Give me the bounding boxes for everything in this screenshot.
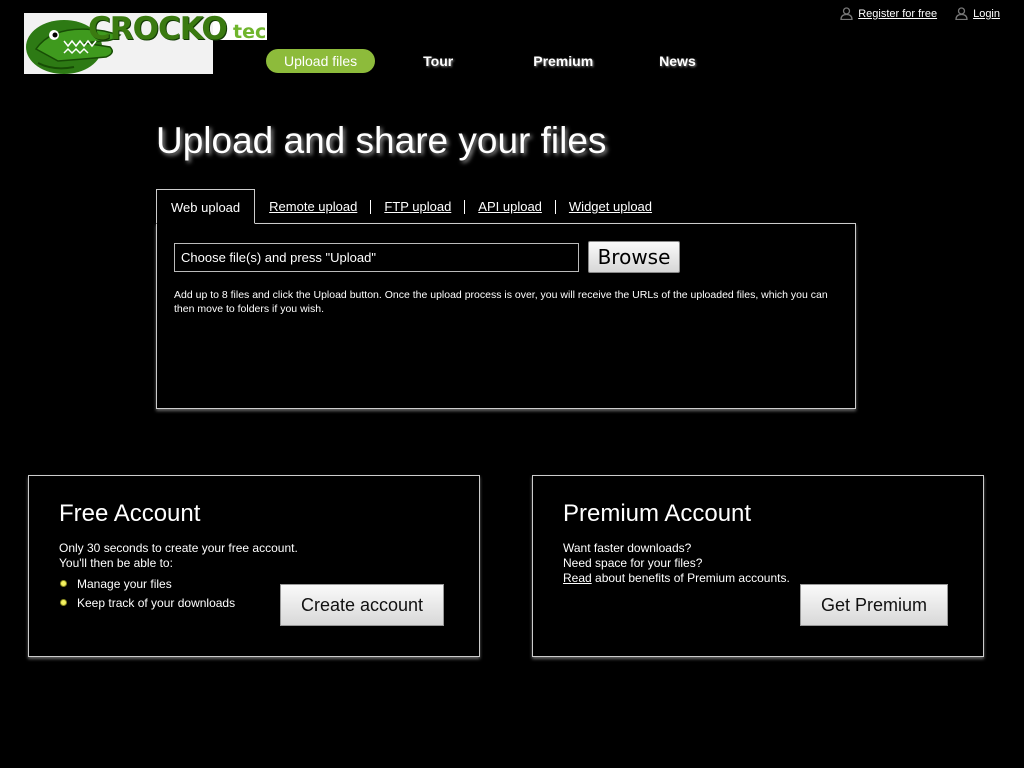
benefit-item: Keep track of your downloads	[59, 594, 298, 613]
tab-web-upload[interactable]: Web upload	[156, 189, 256, 224]
premium-account-title: Premium Account	[563, 500, 752, 527]
read-benefits-link[interactable]: Read	[563, 571, 592, 585]
premium-account-line: Want faster downloads?	[563, 541, 692, 555]
nav-tour[interactable]: Tour	[423, 53, 453, 69]
user-icon	[955, 7, 968, 20]
free-account-description: Only 30 seconds to create your free acco…	[59, 541, 298, 613]
login-link-label: Login	[973, 7, 1000, 20]
premium-account-line: Read about benefits of Premium accounts.	[563, 571, 790, 586]
page-title: Upload and share your files	[156, 120, 607, 161]
upload-tabs: Web upload Remote upload FTP upload API …	[156, 189, 665, 224]
get-premium-button[interactable]: Get Premium	[800, 584, 948, 626]
upload-panel: Choose file(s) and press "Upload" Browse…	[156, 223, 856, 409]
tab-api-upload[interactable]: API upload	[464, 200, 555, 214]
benefit-item: Manage your files	[59, 575, 298, 594]
free-account-box: Free Account Only 30 seconds to create y…	[28, 475, 480, 657]
login-link[interactable]: Login	[955, 7, 1000, 20]
file-path-field[interactable]: Choose file(s) and press "Upload"	[174, 243, 579, 272]
logo-text: CROCKO	[88, 11, 228, 47]
main-nav: Upload files Tour Premium News	[266, 49, 696, 73]
premium-account-line-rest: about benefits of Premium accounts.	[591, 571, 790, 585]
free-account-line: Only 30 seconds to create your free acco…	[59, 541, 298, 555]
account-links: Register for free Login	[840, 7, 1000, 20]
tab-remote-upload[interactable]: Remote upload	[255, 200, 370, 214]
user-icon	[840, 7, 853, 20]
nav-news[interactable]: News	[659, 53, 696, 69]
register-link-label: Register for free	[858, 7, 938, 20]
upload-instructions: Add up to 8 files and click the Upload b…	[174, 289, 828, 315]
site-logo[interactable]: CROCKO tec	[24, 11, 267, 74]
tab-widget-upload[interactable]: Widget upload	[554, 200, 665, 214]
nav-premium[interactable]: Premium	[533, 53, 593, 69]
free-account-title: Free Account	[59, 500, 201, 527]
register-link[interactable]: Register for free	[840, 7, 937, 20]
nav-upload-files[interactable]: Upload files	[266, 49, 376, 73]
free-account-benefits: Manage your files Keep track of your dow…	[59, 575, 298, 613]
browse-button[interactable]: Browse	[588, 241, 680, 273]
premium-account-box: Premium Account Want faster downloads? N…	[532, 475, 984, 657]
logo-suffix: tec	[233, 21, 267, 43]
tab-ftp-upload[interactable]: FTP upload	[370, 200, 464, 214]
create-account-button[interactable]: Create account	[280, 584, 444, 626]
premium-account-line: Need space for your files?	[563, 556, 703, 570]
free-account-line: You'll then be able to:	[59, 556, 173, 570]
premium-account-description: Want faster downloads? Need space for yo…	[563, 541, 790, 586]
